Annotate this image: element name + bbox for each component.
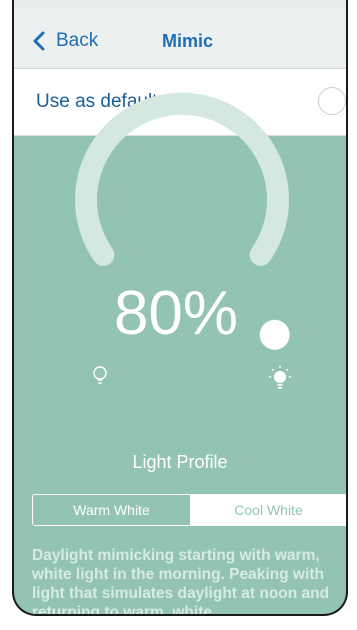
phone-frame: Back Mimic Use as default scene 80% Ligh… [12,0,348,616]
bulb-outline-icon [93,366,107,384]
brightness-dial: 80% [75,92,291,389]
brightness-percent: 80% [114,279,238,348]
profile-description: Daylight mimicking starting with warm, w… [32,547,330,616]
cool-white-option[interactable]: Cool White [190,495,346,525]
light-profile-selector: Warm White Cool White [32,494,346,526]
warm-white-option[interactable]: Warm White [33,495,190,525]
dial-track [75,92,289,266]
dial-handle[interactable] [259,319,290,350]
bulb-lit-icon [269,366,291,389]
light-profile-label: Light Profile [132,452,228,472]
